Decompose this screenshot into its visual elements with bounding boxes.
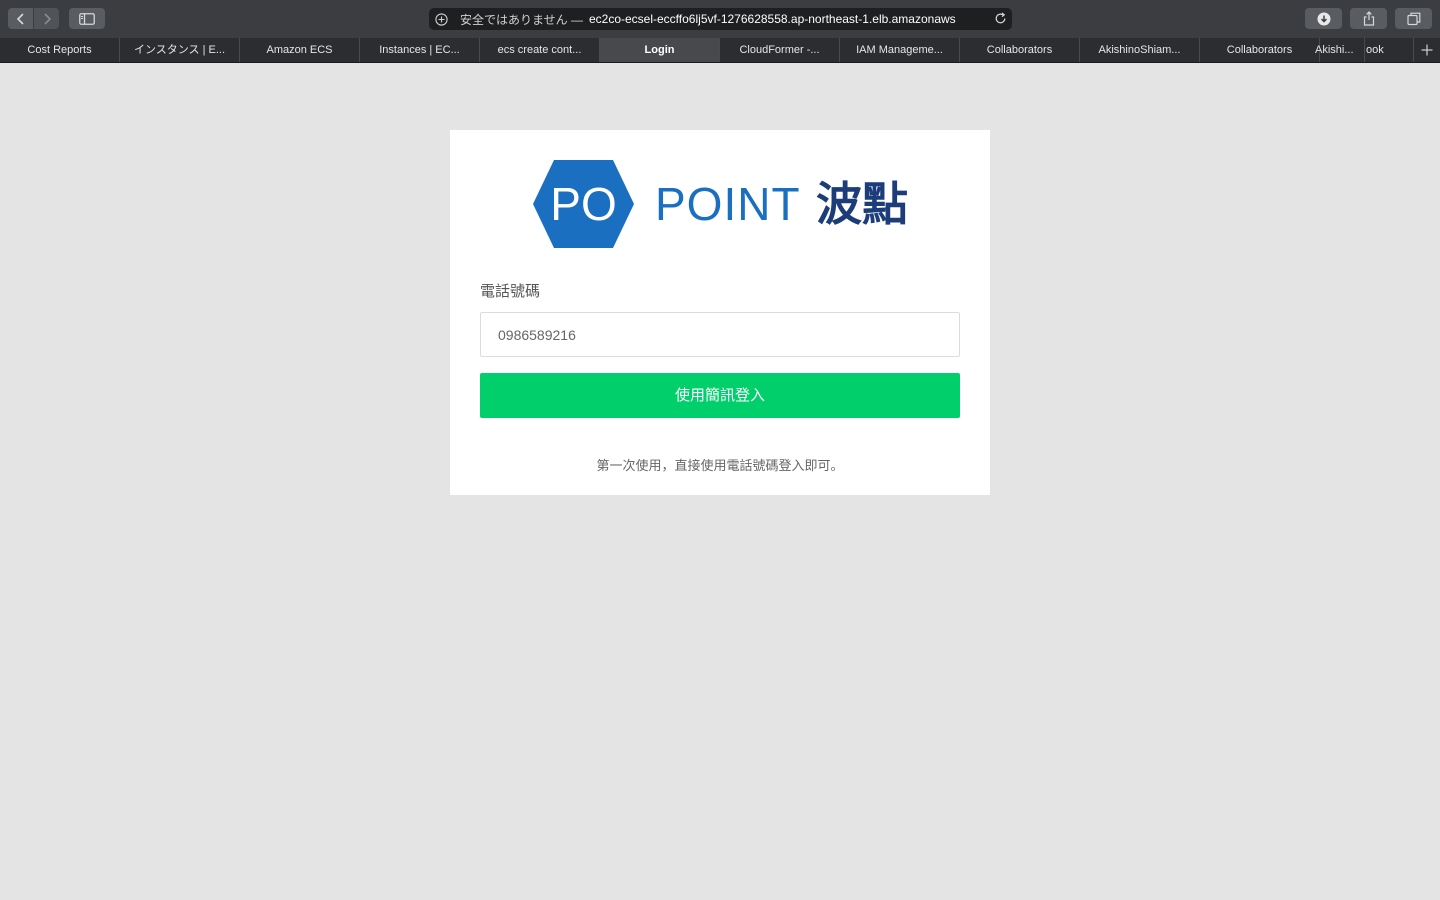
- tab[interactable]: Cost Reports: [0, 38, 120, 62]
- browser-toolbar: 安全ではありません — ec2co-ecsel-eccffo6lj5vf-127…: [0, 0, 1440, 38]
- tab-bar: Cost Reports インスタンス | E... Amazon ECS In…: [0, 38, 1440, 63]
- tab[interactable]: ook: [1364, 38, 1414, 62]
- phone-input[interactable]: [480, 312, 960, 357]
- chevron-right-icon: [43, 12, 51, 25]
- tab[interactable]: CloudFormer -...: [720, 38, 840, 62]
- address-bar[interactable]: 安全ではありません — ec2co-ecsel-eccffo6lj5vf-127…: [429, 8, 1012, 30]
- logo-mark-text: PO: [550, 178, 617, 230]
- tabs-overview-icon: [1406, 12, 1420, 25]
- new-tab-button[interactable]: [1413, 38, 1440, 62]
- brand-name: POINT: [655, 178, 801, 230]
- point-logo: PO POINT 波點: [532, 159, 932, 249]
- sms-login-button[interactable]: 使用簡訊登入: [480, 373, 960, 418]
- tab[interactable]: Amazon ECS: [240, 38, 360, 62]
- first-use-hint: 第一次使用，直接使用電話號碼登入即可。: [596, 458, 844, 473]
- tab-active[interactable]: Login: [600, 38, 720, 62]
- tab[interactable]: Collaborators: [960, 38, 1080, 62]
- reload-icon: [995, 12, 1006, 24]
- url-text: ec2co-ecsel-eccffo6lj5vf-1276628558.ap-n…: [588, 12, 956, 26]
- tab[interactable]: ecs create cont...: [480, 38, 600, 62]
- share-icon: [1363, 11, 1374, 26]
- page-icon: [435, 12, 448, 26]
- reload-button[interactable]: [990, 12, 1007, 28]
- download-icon: [1317, 12, 1330, 25]
- tab[interactable]: Collaborators: [1200, 38, 1320, 62]
- sidebar-toggle-button[interactable]: [69, 8, 105, 29]
- tab-overview-button[interactable]: [1395, 8, 1432, 29]
- tab[interactable]: インスタンス | E...: [120, 38, 240, 62]
- phone-label: 電話號碼: [480, 283, 541, 300]
- tab[interactable]: IAM Manageme...: [840, 38, 960, 62]
- tab[interactable]: AkishinoShiam...: [1080, 38, 1200, 62]
- chevron-left-icon: [16, 12, 24, 25]
- sidebar-icon: [79, 12, 95, 25]
- downloads-button[interactable]: [1305, 8, 1342, 29]
- tab[interactable]: Instances | EC...: [360, 38, 480, 62]
- history-buttons: [8, 8, 59, 29]
- share-button[interactable]: [1350, 8, 1387, 29]
- back-button[interactable]: [8, 8, 33, 29]
- forward-button[interactable]: [34, 8, 59, 29]
- login-card: PO POINT 波點 電話號碼 使用簡訊登入 第一次使用，直接使用電話號碼登入…: [450, 130, 990, 495]
- plus-icon: [1421, 44, 1433, 56]
- security-warning-text: 安全ではありません —: [460, 12, 583, 27]
- brand-name-chinese: 波點: [816, 178, 908, 230]
- tab[interactable]: Akishi...: [1313, 38, 1365, 62]
